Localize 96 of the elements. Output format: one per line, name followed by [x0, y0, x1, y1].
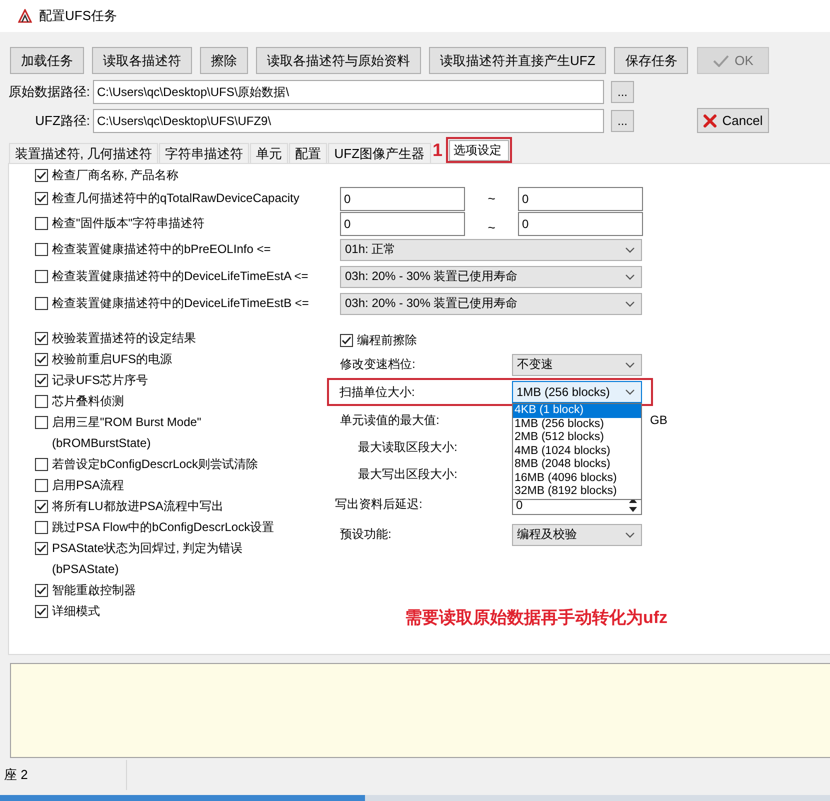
checkbox[interactable] [35, 542, 48, 555]
toolbar-button[interactable]: 读取描述符并直接产生UFZ [429, 47, 606, 74]
annotation-note: 需要读取原始数据再手动转化为ufz [405, 607, 668, 629]
checkbox[interactable] [35, 458, 48, 471]
chevron-down-icon [625, 362, 635, 368]
field-label: UFZ路径: [34, 112, 90, 130]
field-label: 单元读值的最大值: [340, 412, 440, 428]
checkbox[interactable] [35, 353, 48, 366]
checkbox[interactable] [35, 374, 48, 387]
checkbox-label: 检查"固件版本"字符串描述符 [52, 215, 205, 232]
checkbox[interactable] [35, 297, 48, 310]
checkbox[interactable] [35, 168, 48, 182]
tab[interactable]: 单元 [250, 143, 288, 163]
toolbar-button[interactable]: 读取各描述符与原始资料 [256, 47, 421, 74]
dropdown-option[interactable]: 16MB (4096 blocks) [512, 472, 640, 485]
checkbox-label: PSAState状态为回焊过, 判定为错误 (bPSAState) [52, 540, 243, 578]
checkbox[interactable] [35, 521, 48, 534]
cross-icon [703, 114, 718, 128]
dropdown[interactable]: 不变速 [512, 354, 642, 376]
checkbox-label: 若曾设定bConfigDescrLock则尝试清除 [52, 456, 258, 473]
dropdown-option[interactable]: 4KB (1 block) [512, 404, 640, 418]
field-label: 最大写出区段大小: [357, 466, 458, 483]
tab[interactable]: UFZ图像产生器 [328, 143, 431, 163]
field-label: 预设功能: [340, 526, 392, 543]
text-field[interactable]: 0 [340, 212, 465, 236]
toolbar-button[interactable]: 加载任务 [10, 47, 84, 74]
checkbox[interactable] [35, 395, 48, 408]
checkbox-label: 跳过PSA Flow中的bConfigDescrLock设置 [52, 519, 274, 536]
checkbox[interactable] [35, 500, 48, 513]
checkbox[interactable] [35, 605, 48, 618]
browse-button[interactable]: ... [611, 81, 634, 103]
checkbox[interactable] [35, 584, 48, 597]
chevron-down-icon [625, 246, 635, 252]
text-field[interactable]: 0 [518, 186, 643, 210]
tab[interactable]: 装置描述符, 几何描述符 [9, 143, 158, 163]
range-separator: ~ [486, 191, 496, 206]
chevron-down-icon [625, 532, 635, 538]
dropdown[interactable]: 1MB (256 blocks) [512, 381, 642, 403]
dropdown-option[interactable]: 1MB (256 blocks) [512, 418, 640, 431]
chevron-down-icon [625, 274, 635, 280]
path-field[interactable]: C:\Users\qc\Desktop\UFS\UFZ9\ [93, 108, 604, 132]
checkbox[interactable] [35, 416, 48, 429]
checkbox[interactable] [35, 243, 48, 256]
dropdown[interactable]: 01h: 正常 [340, 238, 642, 260]
checkbox-label: 详细模式 [52, 603, 100, 620]
checkbox[interactable] [340, 334, 353, 347]
text-field[interactable]: 0 [518, 212, 643, 236]
dropdown[interactable]: 03h: 20% - 30% 装置已使用寿命 [340, 292, 642, 314]
checkbox[interactable] [35, 217, 48, 230]
checkbox-label: 校验装置描述符的设定结果 [52, 330, 196, 347]
checkbox-label: 芯片叠料侦测 [52, 393, 124, 410]
checkbox[interactable] [35, 270, 48, 283]
text-field[interactable]: 0 [340, 186, 465, 210]
checkbox-label: 检查厂商名称, 产品名称 [52, 166, 179, 184]
annotation-number: 1 [432, 140, 443, 160]
checkbox[interactable] [35, 192, 48, 205]
checkbox-label: 检查装置健康描述符中的DeviceLifeTimeEstA <= [52, 268, 308, 285]
tab[interactable]: 选项设定 [448, 140, 509, 161]
field-label: 写出资料后延迟: [335, 496, 424, 513]
checkbox-label: 编程前擦除 [357, 332, 417, 349]
field-label: 原始数据路径: [8, 83, 90, 101]
checkbox-label: 启用PSA流程 [52, 477, 124, 494]
triangle-logo-icon [18, 9, 32, 23]
checkbox-label: 检查装置健康描述符中的bPreEOLInfo <= [52, 241, 271, 258]
path-field[interactable]: C:\Users\qc\Desktop\UFS\原始数据\ [93, 80, 604, 104]
field-label: 修改变速档位: [340, 356, 416, 373]
toolbar-button[interactable]: 读取各描述符 [92, 47, 192, 74]
dropdown-option[interactable]: 8MB (2048 blocks) [512, 458, 640, 472]
dropdown[interactable]: 编程及校验 [512, 524, 642, 546]
unit-label: GB [650, 413, 668, 427]
chevron-down-icon [625, 300, 635, 306]
dropdown-option[interactable]: 2MB (512 blocks) [512, 431, 640, 444]
window-title: 配置UFS任务 [39, 7, 117, 25]
checkbox-label: 智能重啟控制器 [52, 582, 136, 599]
tab[interactable]: 配置 [289, 143, 328, 163]
tab[interactable]: 字符串描述符 [159, 143, 250, 163]
checkbox[interactable] [35, 332, 48, 345]
range-separator: ~ [486, 219, 496, 235]
checkbox-label: 记录UFS芯片序号 [52, 372, 148, 389]
checkbox-label: 校验前重启UFS的电源 [52, 351, 172, 368]
status-text: 座 2 [4, 766, 28, 784]
field-label: 最大读取区段大小: [357, 439, 458, 456]
browse-button[interactable]: ... [611, 110, 634, 132]
toolbar-button[interactable]: 擦除 [200, 47, 248, 74]
chevron-down-icon [624, 389, 634, 395]
dropdown[interactable]: 03h: 20% - 30% 装置已使用寿命 [340, 266, 642, 288]
cancel-button[interactable]: Cancel [697, 108, 769, 133]
field-label: 扫描单位大小: [340, 384, 416, 400]
checkbox[interactable] [35, 479, 48, 492]
toolbar-button[interactable]: 保存任务 [614, 47, 688, 74]
checkbox-label: 检查装置健康描述符中的DeviceLifeTimeEstB <= [52, 295, 309, 312]
checkmark-icon [712, 54, 729, 66]
checkbox-label: 检查几何描述符中的qTotalRawDeviceCapacity [52, 190, 300, 207]
checkbox-label: 将所有LU都放进PSA流程中写出 [52, 498, 224, 515]
checkbox-label: 启用三星"ROM Burst Mode" (bROMBurstState) [52, 414, 202, 452]
dropdown-option[interactable]: 4MB (1024 blocks) [512, 444, 640, 458]
